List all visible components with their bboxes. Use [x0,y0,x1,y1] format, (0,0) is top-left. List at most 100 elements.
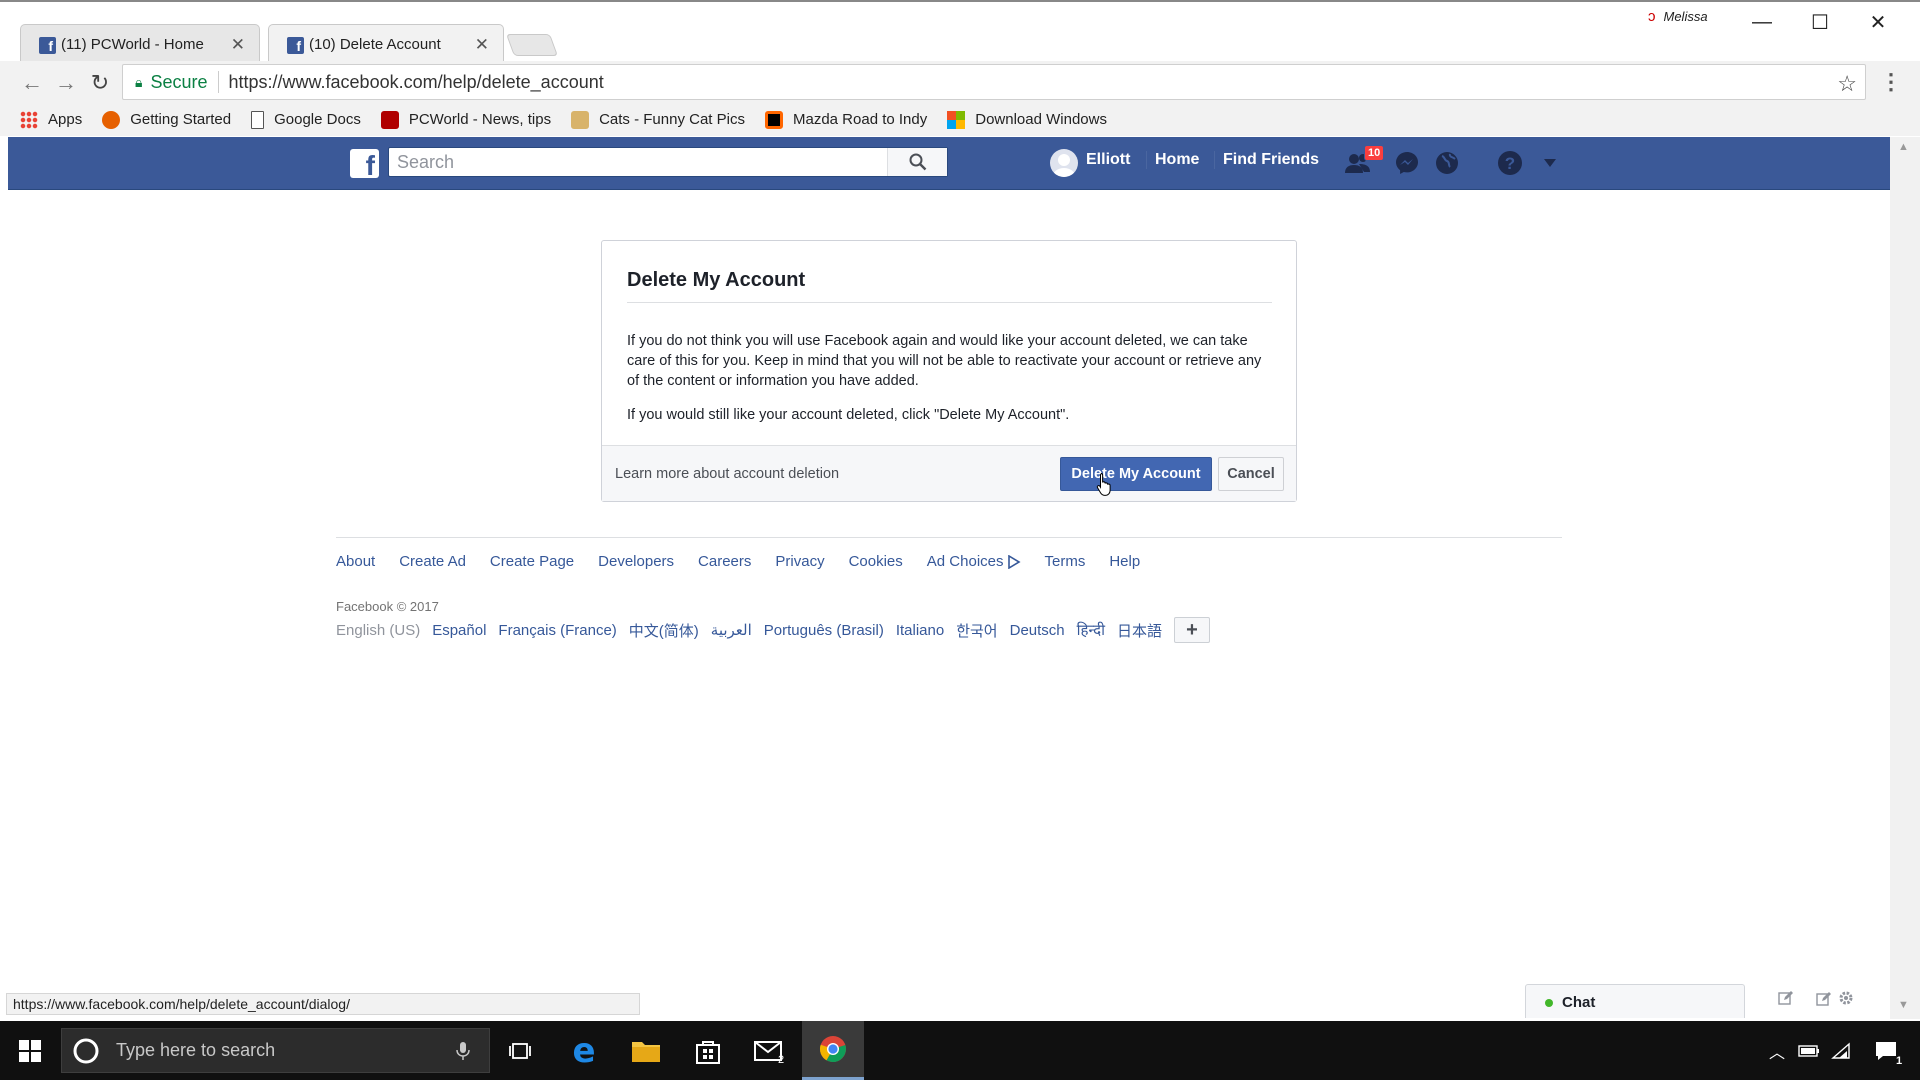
facebook-favicon-icon: f [39,37,56,54]
account-menu-chevron-down-icon[interactable] [1536,149,1564,177]
bookmark-google-docs[interactable]: Google Docs [251,110,361,129]
browser-menu-icon[interactable]: ⋮ [1880,69,1902,95]
footer-link-label: Ad Choices [926,553,1004,570]
show-hidden-icons-chevron-up-icon[interactable]: ︿ [1764,1021,1790,1080]
bookmark-getting-started[interactable]: Getting Started [102,110,232,129]
chat-settings-gear-icon[interactable] [1838,990,1854,1011]
edge-browser-icon[interactable]: e [558,1021,610,1080]
footer-link-help[interactable]: Help [1109,553,1140,570]
bookmark-label: Getting Started [130,111,232,128]
footer-link-privacy[interactable]: Privacy [775,553,824,570]
language-link[interactable]: Deutsch [1010,622,1065,639]
language-link[interactable]: العربية [711,621,752,639]
back-icon[interactable]: ← [18,69,46,97]
lock-icon: 🔒︎ [135,73,143,90]
microphone-icon[interactable] [456,1041,470,1061]
learn-more-link[interactable]: Learn more about account deletion [615,466,839,482]
battery-icon[interactable] [1794,1021,1824,1080]
help-icon[interactable]: ? [1496,149,1524,177]
avatar[interactable] [1050,149,1078,177]
wifi-icon[interactable] [1826,1021,1856,1080]
footer-link-terms[interactable]: Terms [1045,553,1086,570]
windows-icon [947,110,966,129]
search-button[interactable] [887,148,947,176]
profile-link[interactable]: Elliott [1086,151,1130,169]
bookmarks-bar: Apps Getting Started Google Docs PCWorld… [0,103,1920,136]
close-window-button[interactable]: ✕ [1850,6,1906,38]
profile-icon: ↄ [1648,8,1656,25]
tab-delete-account[interactable]: f (10) Delete Account ✕ [268,24,504,64]
store-icon[interactable] [682,1021,734,1080]
address-bar[interactable]: 🔒︎ Secure https://www.facebook.com/help/… [122,64,1866,100]
more-languages-plus-icon[interactable]: + [1174,617,1210,643]
forward-icon[interactable]: → [52,69,80,97]
file-explorer-icon[interactable] [620,1021,672,1080]
link-status-bar: https://www.facebook.com/help/delete_acc… [6,993,640,1015]
close-tab-icon[interactable]: ✕ [231,35,245,55]
bookmark-pcworld[interactable]: PCWorld - News, tips [380,110,551,129]
footer-link-careers[interactable]: Careers [698,553,751,570]
language-link[interactable]: Português (Brasil) [764,622,884,639]
language-link[interactable]: 한국어 [956,620,997,641]
footer-link-developers[interactable]: Developers [598,553,674,570]
footer-link-about[interactable]: About [336,553,375,570]
footer-link-create-page[interactable]: Create Page [490,553,574,570]
notifications-globe-icon[interactable] [1433,149,1461,177]
footer-link-create-ad[interactable]: Create Ad [399,553,466,570]
tab-pcworld[interactable]: f (11) PCWorld - Home ✕ [20,24,260,64]
close-tab-icon[interactable]: ✕ [475,35,489,55]
language-link[interactable]: 日本語 [1117,620,1162,641]
bookmark-apps[interactable]: Apps [20,110,83,129]
language-link[interactable]: हिन्दी [1077,620,1105,640]
dialog-paragraph: If you would still like your account del… [627,407,1070,423]
delete-my-account-button[interactable]: Delete My Account [1060,457,1212,491]
cortana-circle-icon [73,1038,99,1063]
home-link[interactable]: Home [1146,151,1199,169]
taskbar-search-box[interactable] [61,1028,490,1073]
facebook-logo-icon[interactable]: f [350,149,379,178]
reload-icon[interactable]: ↻ [86,69,114,97]
compose-icon[interactable] [1816,991,1832,1012]
footer-link-cookies[interactable]: Cookies [849,553,903,570]
minimize-button[interactable]: — [1734,6,1790,38]
mail-icon[interactable]: 2 [744,1021,796,1080]
action-center-notifications-icon[interactable]: 1 [1866,1021,1906,1080]
maximize-button[interactable]: ☐ [1792,6,1848,38]
tab-title: (10) Delete Account [309,36,441,53]
status-url: https://www.facebook.com/help/delete_acc… [13,996,350,1012]
new-tab-button[interactable] [505,34,559,56]
bookmark-label: Google Docs [274,111,361,128]
bookmark-label: Apps [48,111,83,128]
browser-chrome: f (11) PCWorld - Home ✕ f (10) Delete Ac… [0,0,1920,136]
footer-divider [336,537,1562,538]
bookmark-star-icon[interactable]: ☆ [1837,71,1857,97]
apps-grid-icon [20,110,38,129]
chrome-taskbar-button[interactable] [802,1021,864,1080]
language-link[interactable]: Español [432,622,486,639]
language-link[interactable]: 中文(简体) [629,620,699,641]
url-text[interactable]: https://www.facebook.com/help/delete_acc… [229,72,604,93]
task-view-icon[interactable] [494,1021,546,1080]
page-scrollbar[interactable]: ▲ ▼ [1890,137,1920,1019]
cancel-button[interactable]: Cancel [1218,457,1284,491]
bookmark-download-windows[interactable]: Download Windows [947,110,1107,129]
scroll-up-arrow-icon[interactable]: ▲ [1898,141,1909,153]
taskbar-search-input[interactable] [116,1040,456,1061]
bookmark-mazda[interactable]: Mazda Road to Indy [764,110,927,129]
footer-link-ad-choices[interactable]: Ad Choices [927,553,1021,570]
pcworld-icon [380,110,399,129]
bookmark-cats[interactable]: Cats - Funny Cat Pics [571,110,745,129]
messages-icon[interactable] [1393,149,1421,177]
language-link[interactable]: Italiano [896,622,944,639]
search-input[interactable] [389,148,889,176]
friend-requests-badge: 10 [1364,145,1385,161]
start-button[interactable] [0,1021,60,1080]
mazda-icon [764,110,783,129]
scroll-down-arrow-icon[interactable]: ▼ [1898,999,1909,1011]
chat-bar[interactable]: Chat [1525,984,1831,1018]
language-link[interactable]: Français (France) [498,622,616,639]
chat-compose-icon[interactable] [1778,990,1794,1011]
profile-button[interactable]: ↄ Melissa [1648,8,1708,25]
tab-strip: f (11) PCWorld - Home ✕ f (10) Delete Ac… [0,0,1920,64]
find-friends-link[interactable]: Find Friends [1214,151,1319,169]
